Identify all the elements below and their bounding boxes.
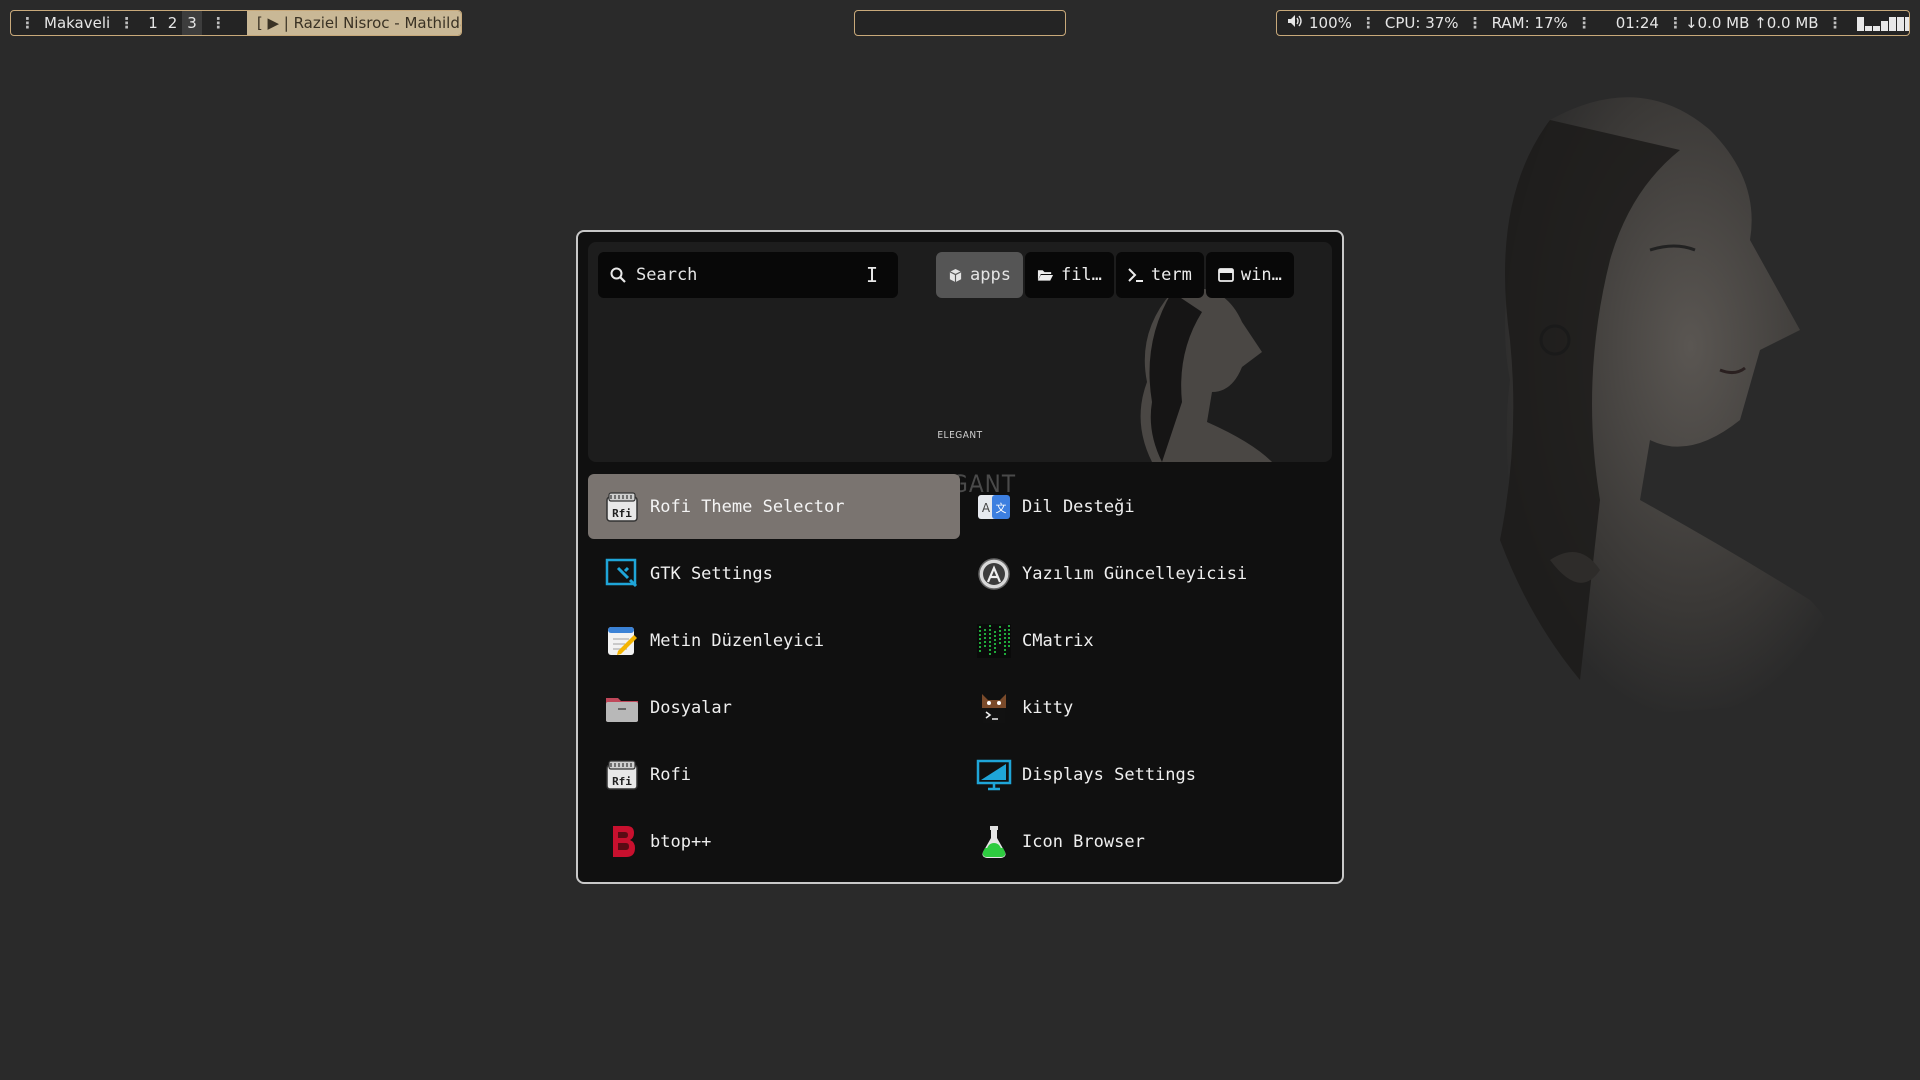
search-placeholder: Search bbox=[636, 265, 698, 285]
app-item-label: GTK Settings bbox=[650, 563, 773, 584]
svg-text:Rfi: Rfi bbox=[612, 507, 632, 520]
mode-apps-button[interactable]: apps bbox=[936, 252, 1023, 298]
rofi-icon: Rfi bbox=[604, 757, 640, 793]
app-item-label: CMatrix bbox=[1022, 630, 1094, 651]
app-item-label: Displays Settings bbox=[1022, 764, 1196, 785]
app-item-metin-duzenleyici[interactable]: Metin Düzenleyici bbox=[588, 608, 960, 673]
folder-icon bbox=[604, 690, 640, 726]
mode-windows-label: win… bbox=[1240, 265, 1282, 285]
app-item-label: Dosyalar bbox=[650, 697, 732, 718]
svg-text:文: 文 bbox=[996, 501, 1007, 515]
separator: ⋮ bbox=[1667, 14, 1683, 32]
flask-icon bbox=[976, 824, 1012, 860]
mode-switcher: apps fil… term win… bbox=[936, 252, 1294, 298]
btop-icon bbox=[604, 824, 640, 860]
window-title-box bbox=[854, 10, 1066, 36]
language-translate-icon: A文 bbox=[976, 489, 1012, 525]
separator: ⋮ bbox=[119, 14, 135, 32]
workspace-2[interactable]: 2 bbox=[163, 11, 183, 35]
app-item-kitty[interactable]: kitty bbox=[960, 675, 1332, 740]
hostname: Makaveli bbox=[44, 14, 111, 32]
mode-windows-button[interactable]: win… bbox=[1205, 252, 1294, 298]
text-editor-icon bbox=[604, 623, 640, 659]
graph-bar bbox=[1896, 17, 1904, 31]
window-icon bbox=[1217, 268, 1234, 282]
app-item-label: Rofi bbox=[650, 764, 691, 785]
folder-open-icon bbox=[1037, 270, 1054, 281]
banner-label: ELEGANT bbox=[937, 430, 983, 441]
terminal-prompt-icon bbox=[1128, 268, 1143, 282]
mode-term-label: term bbox=[1150, 265, 1192, 285]
volume-icon[interactable] bbox=[1277, 14, 1303, 32]
search-input[interactable]: Search 𝙸 bbox=[598, 252, 898, 298]
mode-term-button[interactable]: term bbox=[1115, 252, 1204, 298]
mode-apps-label: apps bbox=[970, 265, 1011, 285]
gtk-settings-icon bbox=[604, 556, 640, 592]
ram-usage: RAM: 17% bbox=[1491, 14, 1568, 32]
app-item-icon-browser[interactable]: Icon Browser bbox=[960, 809, 1332, 874]
now-playing[interactable]: [ ▶ | Raziel Nisroc - Mathilda ] bbox=[246, 11, 461, 35]
text-cursor-icon: 𝙸 bbox=[865, 263, 878, 287]
app-item-label: Dil Desteği bbox=[1022, 496, 1135, 517]
search-icon bbox=[610, 267, 626, 283]
app-item-label: Icon Browser bbox=[1022, 831, 1145, 852]
app-item-cmatrix[interactable]: CMatrix bbox=[960, 608, 1332, 673]
app-item-label: Metin Düzenleyici bbox=[650, 630, 824, 651]
separator: ⋮ bbox=[1467, 14, 1483, 32]
mode-files-label: fil… bbox=[1060, 265, 1102, 285]
app-item-btop[interactable]: btop++ bbox=[588, 809, 960, 874]
app-item-label: Yazılım Güncelleyicisi bbox=[1022, 563, 1248, 584]
graph-bar bbox=[1864, 26, 1872, 31]
cmatrix-icon bbox=[976, 623, 1012, 659]
graph-bar bbox=[1888, 17, 1896, 31]
graph-bar bbox=[1880, 21, 1888, 31]
app-item-dil-destegi[interactable]: A文 Dil Desteği bbox=[960, 474, 1332, 539]
display-monitor-icon bbox=[976, 757, 1012, 793]
cube-icon bbox=[949, 268, 962, 282]
app-item-rofi-theme-selector[interactable]: Rfi Rofi Theme Selector bbox=[588, 474, 960, 539]
app-list: Rfi Rofi Theme Selector A文 Dil Desteği G… bbox=[588, 474, 1332, 876]
separator: ⋮ bbox=[210, 14, 226, 32]
separator: ⋮ bbox=[1576, 14, 1592, 32]
mode-files-button[interactable]: fil… bbox=[1024, 252, 1114, 298]
clock[interactable]: 01:24 bbox=[1616, 14, 1659, 32]
svg-text:A: A bbox=[982, 501, 991, 515]
rofi-launcher: ELEGANT Search 𝙸 apps fil… term win… ELE… bbox=[576, 230, 1344, 884]
wallpaper-figure bbox=[1500, 97, 1842, 721]
cpu-usage: CPU: 37% bbox=[1384, 14, 1459, 32]
graph-bar bbox=[1856, 17, 1864, 31]
app-item-label: Rofi Theme Selector bbox=[650, 496, 845, 517]
app-item-gtk-settings[interactable]: GTK Settings bbox=[588, 541, 960, 606]
separator: ⋮ bbox=[20, 14, 35, 32]
app-item-rofi[interactable]: Rfi Rofi bbox=[588, 742, 960, 807]
topbar-right-module: 100% ⋮ CPU: 37% ⋮ RAM: 17% ⋮ 01:24 ⋮ ↓0.… bbox=[1276, 10, 1910, 36]
graph-bar bbox=[1872, 26, 1880, 31]
network-traffic: ↓0.0 MB ↑0.0 MB bbox=[1684, 14, 1819, 32]
app-item-label: kitty bbox=[1022, 697, 1074, 718]
cpu-history-graph bbox=[1856, 15, 1909, 31]
graph-bar bbox=[1904, 17, 1909, 31]
software-updater-icon bbox=[976, 556, 1012, 592]
app-item-label: btop++ bbox=[650, 831, 712, 852]
workspace-3[interactable]: 3 bbox=[182, 11, 202, 35]
topbar-left-module: ⋮ Makaveli ⋮ 1 2 3 ⋮ [ ▶ | Raziel Nisroc… bbox=[10, 10, 462, 36]
app-item-dosyalar[interactable]: Dosyalar bbox=[588, 675, 960, 740]
separator: ⋮ bbox=[1360, 14, 1376, 32]
workspace-1[interactable]: 1 bbox=[143, 11, 163, 35]
kitty-icon bbox=[976, 690, 1012, 726]
volume-level[interactable]: 100% bbox=[1309, 14, 1352, 32]
separator: ⋮ bbox=[1827, 14, 1843, 32]
app-item-displays-settings[interactable]: Displays Settings bbox=[960, 742, 1332, 807]
svg-text:Rfi: Rfi bbox=[612, 775, 632, 788]
app-item-yazilim-guncelleyicisi[interactable]: Yazılım Güncelleyicisi bbox=[960, 541, 1332, 606]
rofi-icon: Rfi bbox=[604, 489, 640, 525]
